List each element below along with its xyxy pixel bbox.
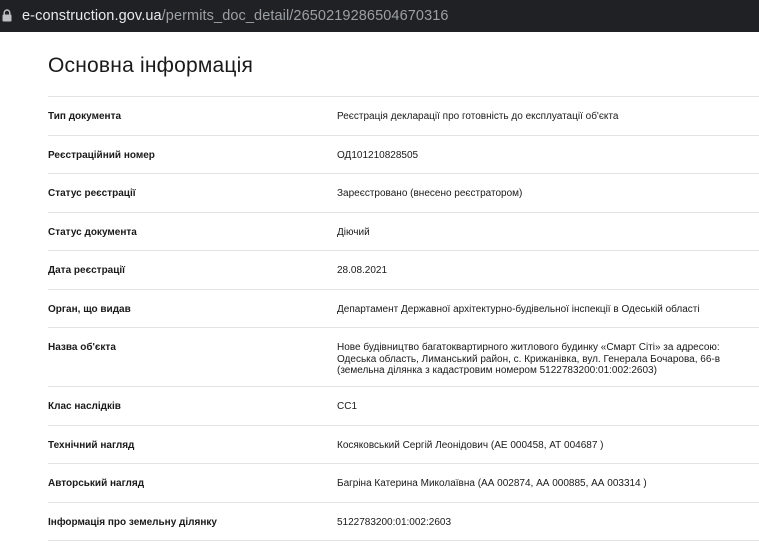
info-label: Тип документа — [48, 111, 122, 122]
info-value: СС1 — [337, 401, 358, 412]
info-label: Статус реєстрації — [48, 188, 136, 199]
info-row-technical-supervision: Технічний нагляд Косяковський Сергій Лео… — [48, 426, 759, 464]
info-value: Департамент Державної архітектурно-будів… — [337, 303, 700, 315]
info-label: Орган, що видав — [48, 303, 131, 315]
info-row-issuing-authority: Орган, що видав Департамент Державної ар… — [48, 290, 759, 328]
page-title: Основна інформація — [48, 54, 254, 77]
info-value: Нове будівництво багатоквартирного житло… — [337, 342, 721, 376]
info-table: Тип документа Реєстрація декларації про … — [48, 96, 759, 541]
info-label: Реєстраційний номер — [48, 149, 155, 161]
page-content: Основна інформація Тип документа Реєстра… — [0, 32, 759, 552]
url-domain: e-construction.gov.ua — [22, 8, 162, 24]
info-value: Багріна Катерина Миколаївна (АА 002874, … — [337, 478, 647, 489]
info-value: ОД101210828505 — [337, 149, 419, 161]
info-value: Косяковський Сергій Леонідович (АЕ 00045… — [337, 439, 604, 451]
info-label: Авторський нагляд — [48, 478, 145, 489]
info-row-author-supervision: Авторський нагляд Багріна Катерина Микол… — [48, 464, 759, 503]
info-label: Статус документа — [48, 226, 137, 238]
info-value: Реєстрація декларації про готовність до … — [337, 111, 619, 122]
info-value: Діючий — [337, 226, 370, 238]
info-row-registration-status: Статус реєстрації Зареєстровано (внесено… — [48, 174, 759, 213]
lock-icon[interactable] — [0, 0, 22, 32]
info-row-registration-date: Дата реєстрації 28.08.2021 — [48, 251, 759, 290]
info-row-land-plot: Інформація про земельну ділянку 51227832… — [48, 503, 759, 541]
info-row-object-name: Назва об'єкта Нове будівництво багатоква… — [48, 328, 759, 387]
info-label: Назва об'єкта — [48, 342, 116, 353]
url-path: /permits_doc_detail/2650219286504670316 — [161, 8, 449, 24]
info-row-document-status: Статус документа Діючий — [48, 213, 759, 251]
info-row-registration-number: Реєстраційний номер ОД101210828505 — [48, 136, 759, 174]
address-bar[interactable]: e-construction.gov.ua/permits_doc_detail… — [0, 0, 759, 32]
info-value: Зареєстровано (внесено реєстратором) — [337, 188, 523, 199]
info-label: Технічний нагляд — [48, 439, 135, 451]
info-value: 5122783200:01:002:2603 — [337, 516, 452, 528]
info-label: Інформація про земельну ділянку — [48, 516, 217, 528]
info-row-document-type: Тип документа Реєстрація декларації про … — [48, 97, 759, 136]
url-text[interactable]: e-construction.gov.ua/permits_doc_detail… — [22, 8, 449, 24]
info-label: Клас наслідків — [48, 401, 121, 412]
info-label: Дата реєстрації — [48, 265, 125, 276]
info-row-consequence-class: Клас наслідків СС1 — [48, 387, 759, 426]
info-value: 28.08.2021 — [337, 265, 388, 276]
